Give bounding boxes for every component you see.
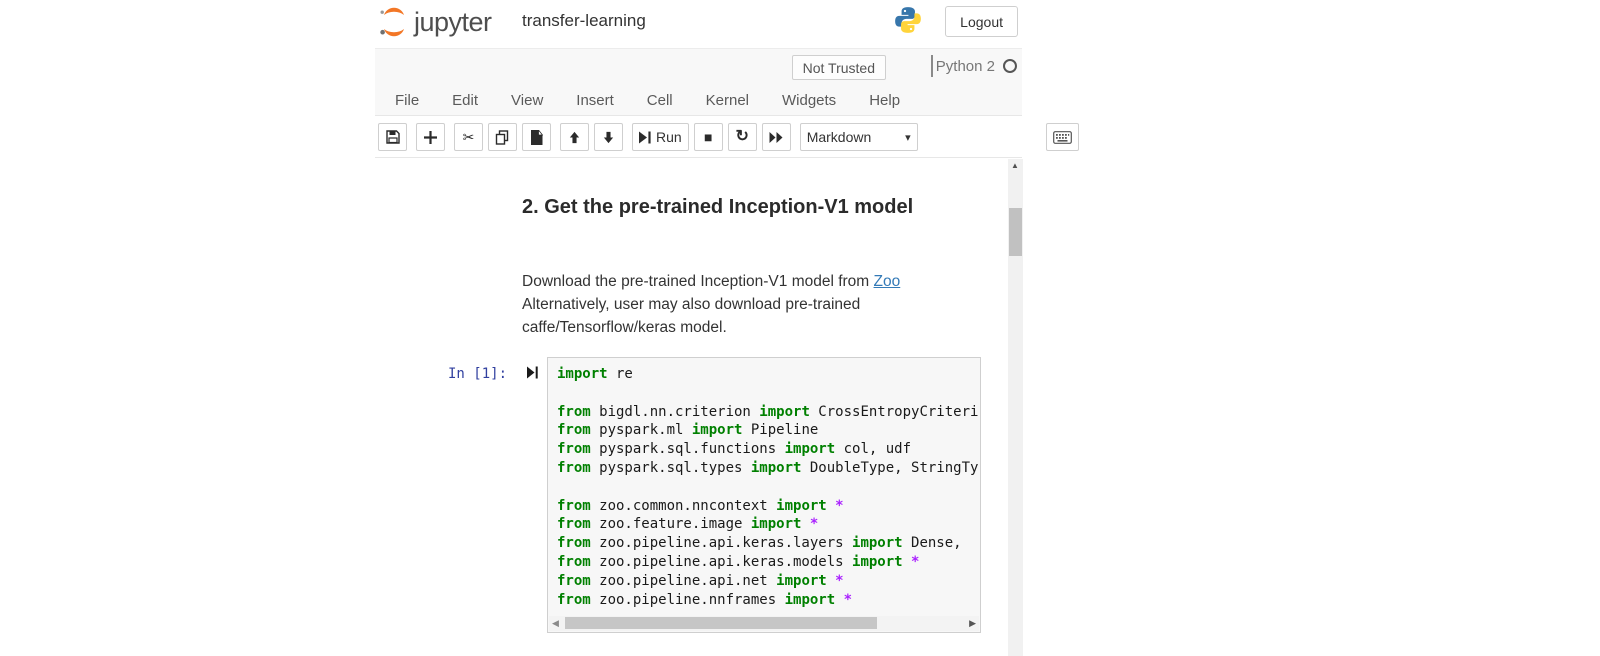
kernel-divider [931, 55, 933, 77]
menu-edit[interactable]: Edit [452, 92, 478, 109]
input-prompt: In [1]: [448, 366, 507, 382]
code-line: from zoo.common.nncontext import * [557, 497, 978, 516]
paste-icon [530, 130, 543, 145]
code-line: from pyspark.ml import Pipeline [557, 421, 978, 440]
restart-run-all-button[interactable] [762, 123, 791, 151]
markdown-paragraph: Download the pre-trained Inception-V1 mo… [522, 270, 920, 339]
restart-icon: ↻ [735, 129, 748, 145]
code-line [557, 478, 978, 497]
keyboard-icon [1053, 131, 1072, 144]
code-line: from zoo.pipeline.api.keras.layers impor… [557, 534, 978, 553]
arrow-down-icon [602, 131, 615, 144]
code-line: from bigdl.nn.criterion import CrossEntr… [557, 403, 978, 422]
kernel-name-label: Python 2 [936, 58, 995, 75]
jupyter-logo[interactable]: jupyter [377, 6, 492, 38]
paste-cell-button[interactable] [522, 123, 551, 151]
restart-kernel-button[interactable]: ↻ [728, 123, 757, 151]
menu-kernel[interactable]: Kernel [706, 92, 749, 109]
menu-file[interactable]: File [395, 92, 419, 109]
menubar-area: Not Trusted Python 2 File Edit View Inse… [375, 48, 1022, 116]
arrow-up-icon [568, 131, 581, 144]
menu-cell[interactable]: Cell [647, 92, 673, 109]
menu-view[interactable]: View [511, 92, 543, 109]
run-button-label: Run [656, 129, 682, 145]
jupyter-logo-icon [377, 6, 409, 38]
copy-icon [495, 130, 510, 145]
kernel-idle-icon [1003, 59, 1017, 73]
jupyter-app: jupyter transfer-learning Logout Not Tru… [375, 0, 1022, 656]
notebook-title[interactable]: transfer-learning [522, 11, 646, 31]
markdown-heading: 2. Get the pre-trained Inception-V1 mode… [522, 196, 942, 218]
cell-type-select[interactable]: Markdown ▾ [800, 123, 918, 151]
add-cell-button[interactable] [416, 123, 445, 151]
menu-bar: File Edit View Insert Cell Kernel Widget… [395, 85, 1022, 115]
interrupt-kernel-button[interactable]: ■ [694, 123, 723, 151]
jupyter-logo-text: jupyter [414, 7, 492, 38]
python-logo-icon [893, 5, 923, 35]
code-line: from zoo.feature.image import * [557, 515, 978, 534]
code-line: from pyspark.sql.types import DoubleType… [557, 459, 978, 478]
plus-icon [424, 131, 437, 144]
code-line: from pyspark.sql.functions import col, u… [557, 440, 978, 459]
toolbar: ✂ [375, 117, 1022, 158]
copy-cell-button[interactable] [488, 123, 517, 151]
chevron-down-icon: ▾ [905, 131, 911, 144]
code-line [557, 384, 978, 403]
code-line: from zoo.pipeline.nnframes import * [557, 591, 978, 610]
cell-type-value: Markdown [807, 129, 872, 145]
paragraph-text-2: Alternatively, user may also download pr… [522, 293, 920, 339]
save-button[interactable] [378, 123, 407, 151]
notebook-vertical-scrollbar: ▲ [1008, 159, 1023, 656]
scroll-left-icon[interactable]: ◀ [552, 618, 559, 629]
run-cell-button[interactable]: Run [632, 123, 689, 151]
code-horizontal-scrollbar: ◀ ▶ [549, 616, 979, 631]
logout-button[interactable]: Logout [945, 6, 1018, 37]
menu-widgets[interactable]: Widgets [782, 92, 836, 109]
cut-cell-button[interactable]: ✂ [454, 123, 483, 151]
move-cell-up-button[interactable] [560, 123, 589, 151]
notebook-content: 2. Get the pre-trained Inception-V1 mode… [375, 159, 1008, 656]
cell-run-marker-icon [527, 366, 538, 379]
save-icon [386, 130, 400, 144]
menu-insert[interactable]: Insert [576, 92, 614, 109]
step-forward-icon [639, 131, 651, 144]
code-line: from zoo.pipeline.api.net import * [557, 572, 978, 591]
vertical-scrollbar-thumb[interactable] [1009, 208, 1022, 256]
menu-help[interactable]: Help [869, 92, 900, 109]
trust-status-button[interactable]: Not Trusted [792, 55, 886, 80]
scroll-up-icon[interactable]: ▲ [1011, 161, 1019, 170]
command-palette-button[interactable] [1046, 123, 1079, 151]
scissors-icon: ✂ [463, 130, 475, 144]
horizontal-scrollbar-thumb[interactable] [565, 617, 877, 629]
zoo-link[interactable]: Zoo [874, 273, 901, 290]
stop-icon: ■ [704, 130, 712, 144]
code-line: import re [557, 365, 978, 384]
code-editor[interactable]: import re from bigdl.nn.criterion import… [557, 365, 978, 613]
code-line: from zoo.pipeline.api.keras.models impor… [557, 553, 978, 572]
code-cell[interactable]: import re from bigdl.nn.criterion import… [547, 357, 981, 633]
move-cell-down-button[interactable] [594, 123, 623, 151]
header: jupyter transfer-learning Logout [375, 0, 1022, 48]
fast-forward-icon [769, 131, 783, 144]
paragraph-text: Download the pre-trained Inception-V1 mo… [522, 273, 874, 290]
scroll-right-icon[interactable]: ▶ [969, 618, 976, 629]
kernel-indicator-row: Not Trusted Python 2 [375, 49, 1022, 83]
